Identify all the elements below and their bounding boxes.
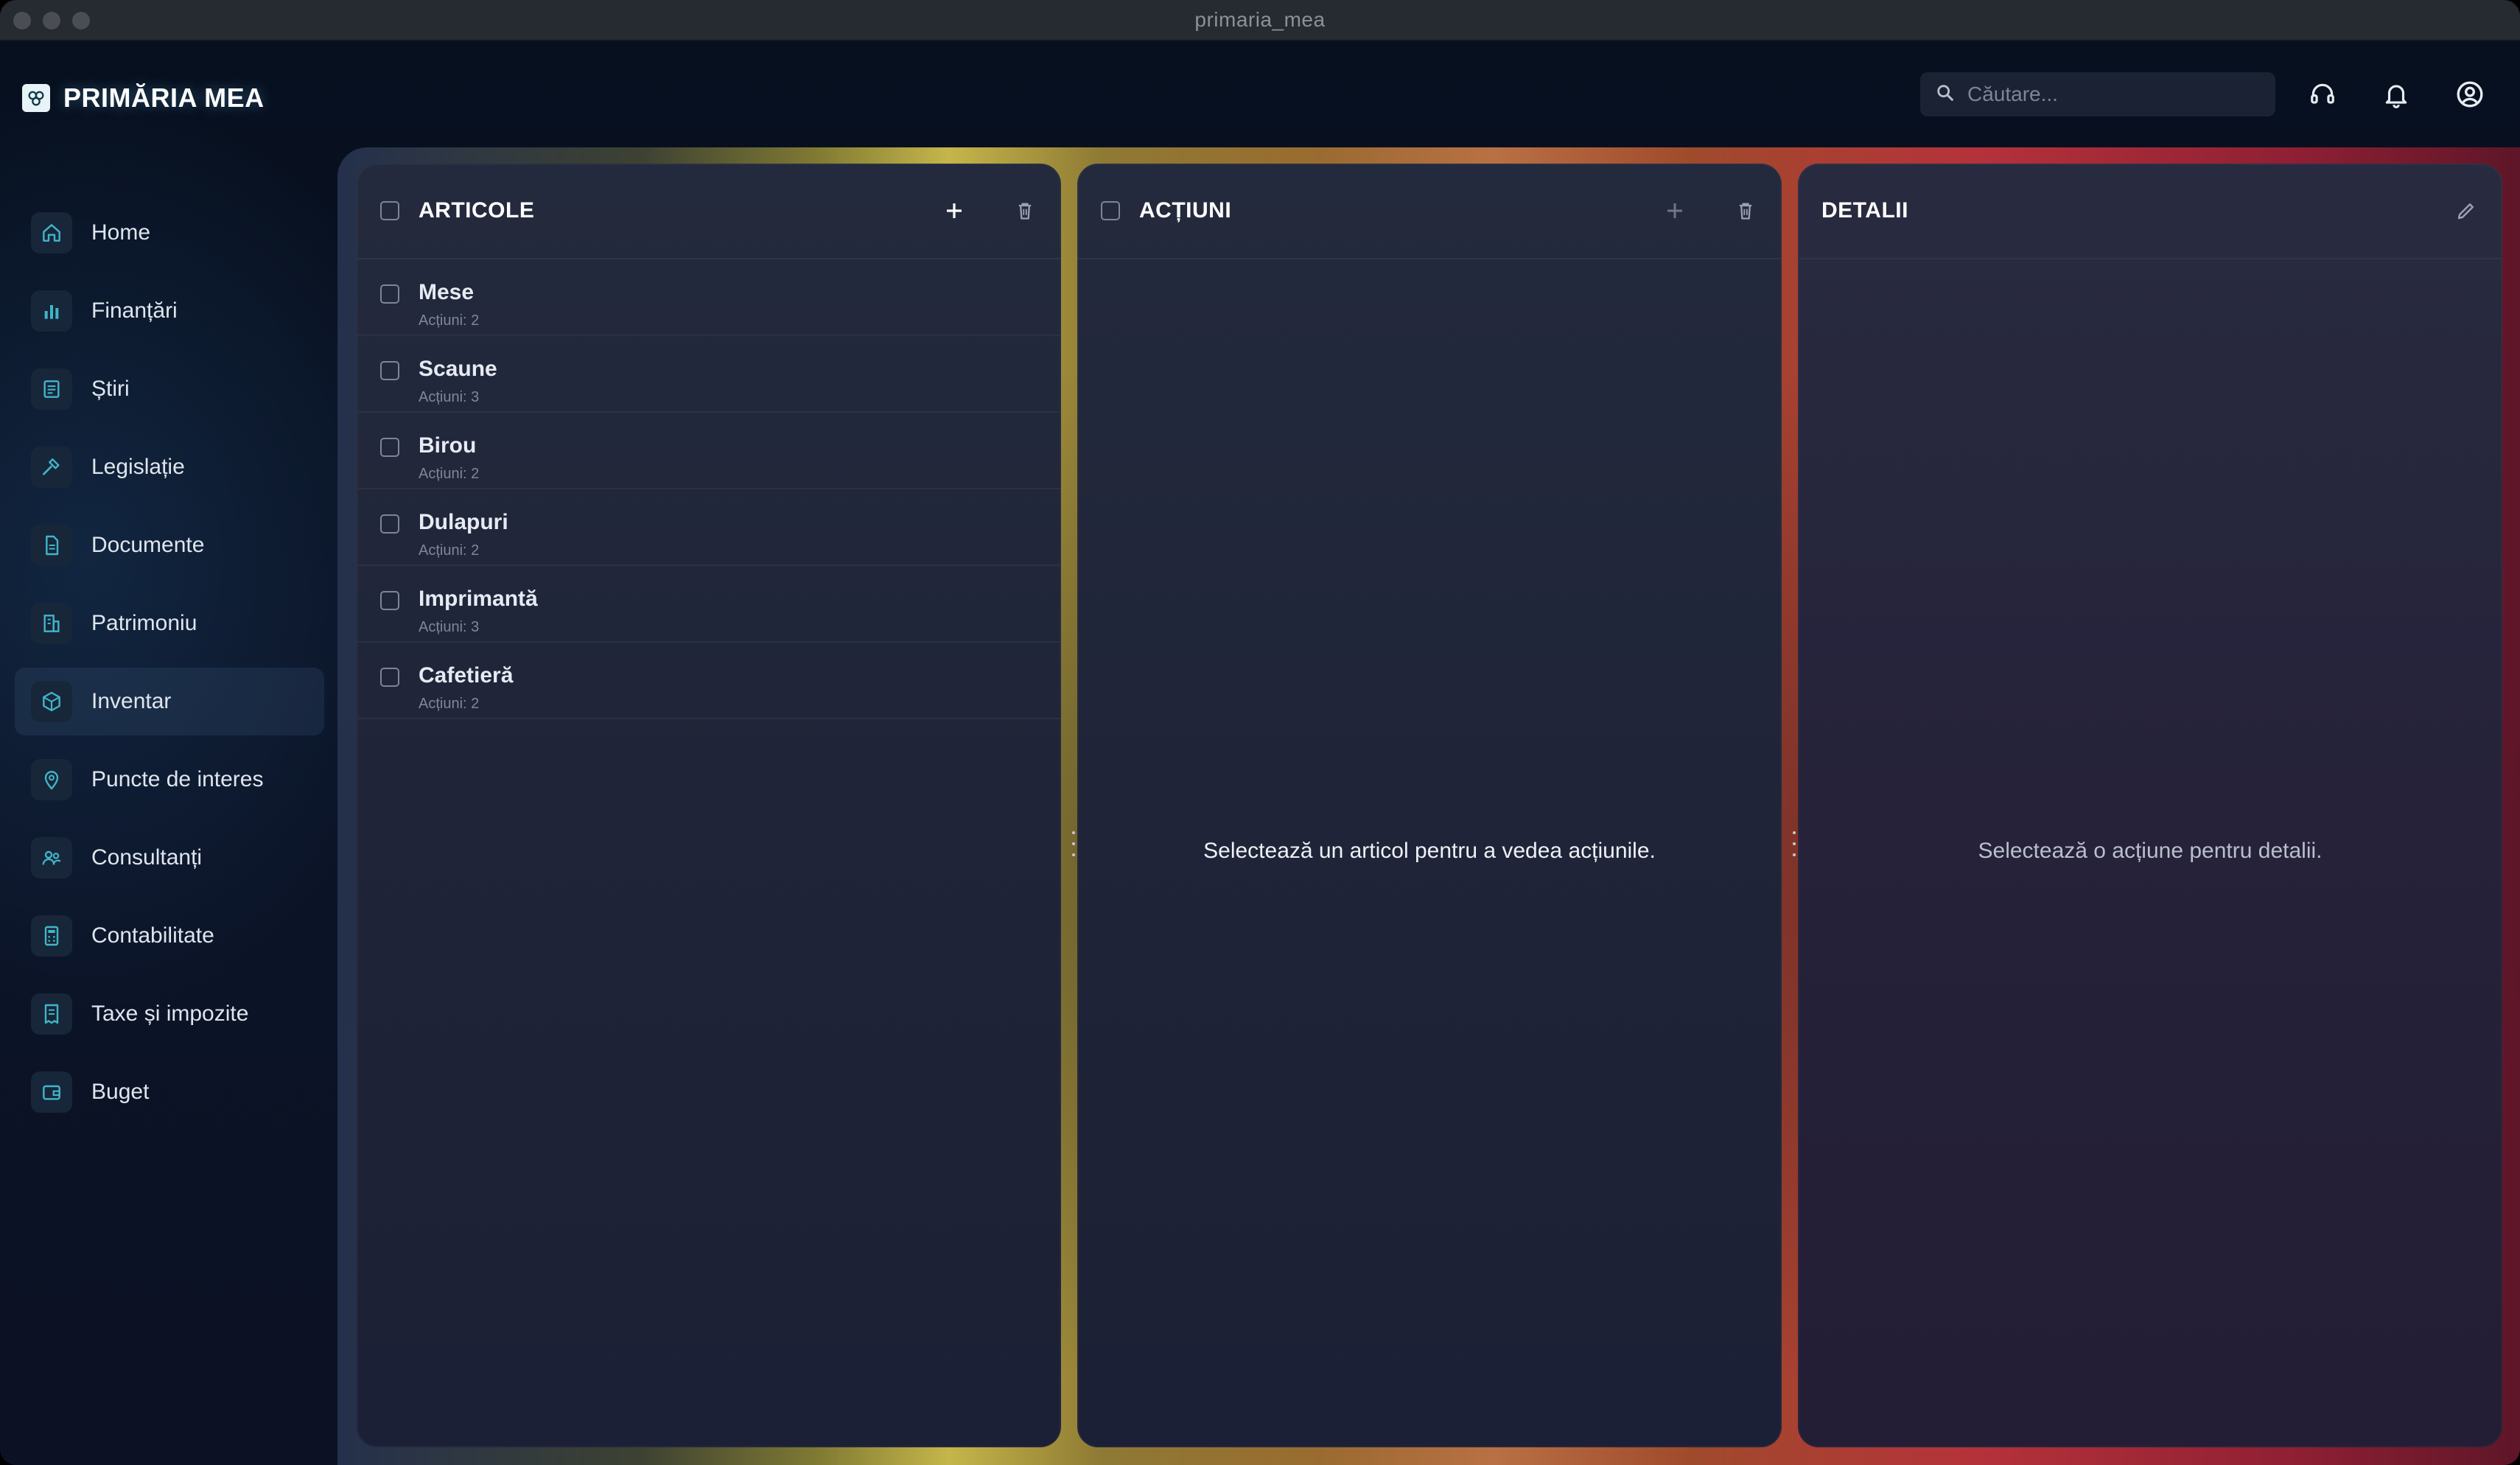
panel-title: DETALII	[1821, 198, 1908, 223]
sidebar-item-inventar[interactable]: Inventar	[15, 668, 324, 735]
detalii-panel-header: DETALII	[1798, 164, 2502, 259]
list-item[interactable]: Scaune Acțiuni: 3	[357, 336, 1061, 413]
sidebar-item-finantari[interactable]: Finanțări	[15, 277, 324, 345]
document-icon	[31, 525, 72, 566]
sidebar-item-consultanti[interactable]: Consultanți	[15, 824, 324, 892]
select-all-actiuni-checkbox[interactable]	[1101, 201, 1120, 220]
headset-icon[interactable]	[2306, 78, 2339, 111]
item-actions-count: Acțiuni: 2	[419, 466, 480, 482]
sidebar-nav: Home Finanțări Știri Legislație Document…	[15, 199, 324, 1136]
sidebar-item-contabilitate[interactable]: Contabilitate	[15, 902, 324, 970]
brand-logo[interactable]: PRIMĂRIA MEA	[22, 83, 265, 113]
item-name: Scaune	[419, 357, 497, 381]
resize-handle-1[interactable]	[1071, 831, 1077, 856]
list-item[interactable]: Imprimantă Acțiuni: 3	[357, 566, 1061, 643]
sidebar-item-puncte-de-interes[interactable]: Puncte de interes	[15, 746, 324, 814]
detalii-empty-state: Selectează o acțiune pentru detalii.	[1978, 839, 2323, 863]
sidebar-item-buget[interactable]: Buget	[15, 1058, 324, 1126]
sidebar-item-label: Legislație	[91, 455, 185, 479]
item-checkbox[interactable]	[380, 438, 399, 457]
sidebar-item-label: Taxe și impozite	[91, 1001, 249, 1026]
item-name: Mese	[419, 280, 475, 304]
sidebar-item-label: Home	[91, 220, 151, 245]
list-item[interactable]: Cafetieră Acțiuni: 2	[357, 643, 1061, 719]
sidebar-item-documente[interactable]: Documente	[15, 511, 324, 579]
search-input[interactable]	[1967, 83, 2262, 106]
sidebar-item-home[interactable]: Home	[15, 199, 324, 267]
newspaper-icon	[31, 368, 72, 410]
item-actions-count: Acțiuni: 3	[419, 619, 480, 635]
building-icon	[31, 603, 72, 644]
close-window-button[interactable]	[13, 12, 31, 29]
logo-icon	[22, 84, 50, 112]
sidebar-item-legislatie[interactable]: Legislație	[15, 433, 324, 501]
minimize-window-button[interactable]	[43, 12, 60, 29]
bar-chart-icon	[31, 290, 72, 332]
panel-title: ACȚIUNI	[1139, 198, 1232, 223]
item-name: Imprimantă	[419, 587, 538, 611]
sidebar-item-stiri[interactable]: Știri	[15, 355, 324, 423]
item-checkbox[interactable]	[380, 284, 399, 304]
map-pin-icon	[31, 759, 72, 800]
trash-icon[interactable]	[1727, 192, 1764, 229]
plus-icon[interactable]	[1656, 192, 1693, 229]
bell-icon[interactable]	[2380, 78, 2412, 111]
users-icon	[31, 837, 72, 878]
plus-icon[interactable]	[936, 192, 973, 229]
calculator-icon	[31, 915, 72, 957]
search-box[interactable]	[1920, 72, 2275, 116]
actiuni-panel-header: ACȚIUNI	[1077, 164, 1782, 259]
box-icon	[31, 681, 72, 722]
window-controls	[13, 12, 90, 29]
sidebar-item-label: Puncte de interes	[91, 767, 264, 791]
sidebar-item-label: Consultanți	[91, 845, 203, 870]
search-icon	[1935, 83, 1956, 107]
list-item[interactable]: Birou Acțiuni: 2	[357, 413, 1061, 489]
pencil-icon[interactable]	[2448, 192, 2485, 229]
app-window: primaria_mea PRIMĂRIA MEA Căutare... Hom…	[0, 0, 2520, 1465]
sidebar-item-label: Contabilitate	[91, 923, 214, 948]
brand-name: PRIMĂRIA MEA	[63, 83, 265, 113]
sidebar-item-label: Documente	[91, 533, 205, 557]
item-name: Dulapuri	[419, 510, 508, 534]
sidebar-item-label: Știri	[91, 377, 130, 401]
item-checkbox[interactable]	[380, 668, 399, 687]
actiuni-empty-state: Selectează un articol pentru a vedea acț…	[1203, 839, 1656, 863]
receipt-icon	[31, 993, 72, 1035]
item-actions-count: Acțiuni: 3	[419, 389, 480, 405]
list-item[interactable]: Dulapuri Acțiuni: 2	[357, 489, 1061, 566]
articole-list: Mese Acțiuni: 2 Scaune Acțiuni: 3 Birou Acț…	[357, 259, 1061, 719]
window-title: primaria_mea	[1194, 8, 1326, 31]
wallet-icon	[31, 1071, 72, 1113]
title-bar: primaria_mea	[0, 0, 2520, 41]
sidebar-item-label: Patrimoniu	[91, 611, 197, 635]
item-checkbox[interactable]	[380, 361, 399, 380]
resize-handle-2[interactable]	[1791, 831, 1797, 856]
list-item[interactable]: Mese Acțiuni: 2	[357, 259, 1061, 336]
actiuni-panel: ACȚIUNI Selectează un articol pentru a v…	[1077, 164, 1782, 1447]
articole-panel-header: ARTICOLE	[357, 164, 1061, 259]
item-checkbox[interactable]	[380, 591, 399, 610]
user-circle-icon[interactable]	[2454, 78, 2486, 111]
home-icon	[31, 212, 72, 254]
item-actions-count: Acțiuni: 2	[419, 312, 480, 329]
item-checkbox[interactable]	[380, 514, 399, 534]
item-actions-count: Acțiuni: 2	[419, 696, 480, 712]
sidebar-item-label: Finanțări	[91, 298, 178, 323]
detalii-panel: DETALII Selectează o acțiune pentru deta…	[1798, 164, 2502, 1447]
articole-panel: ARTICOLE Mese Acțiuni: 2 Scaune Acțiuni: 3	[357, 164, 1061, 1447]
sidebar-item-label: Buget	[91, 1080, 150, 1104]
trash-icon[interactable]	[1007, 192, 1043, 229]
select-all-articole-checkbox[interactable]	[380, 201, 399, 220]
panel-title: ARTICOLE	[419, 198, 535, 223]
item-actions-count: Acțiuni: 2	[419, 542, 480, 559]
item-name: Cafetieră	[419, 663, 514, 688]
gavel-icon	[31, 447, 72, 488]
sidebar-item-patrimoniu[interactable]: Patrimoniu	[15, 590, 324, 657]
sidebar-item-label: Inventar	[91, 689, 172, 713]
item-name: Birou	[419, 433, 477, 458]
sidebar-item-taxe-si-impozite[interactable]: Taxe și impozite	[15, 980, 324, 1048]
maximize-window-button[interactable]	[72, 12, 90, 29]
